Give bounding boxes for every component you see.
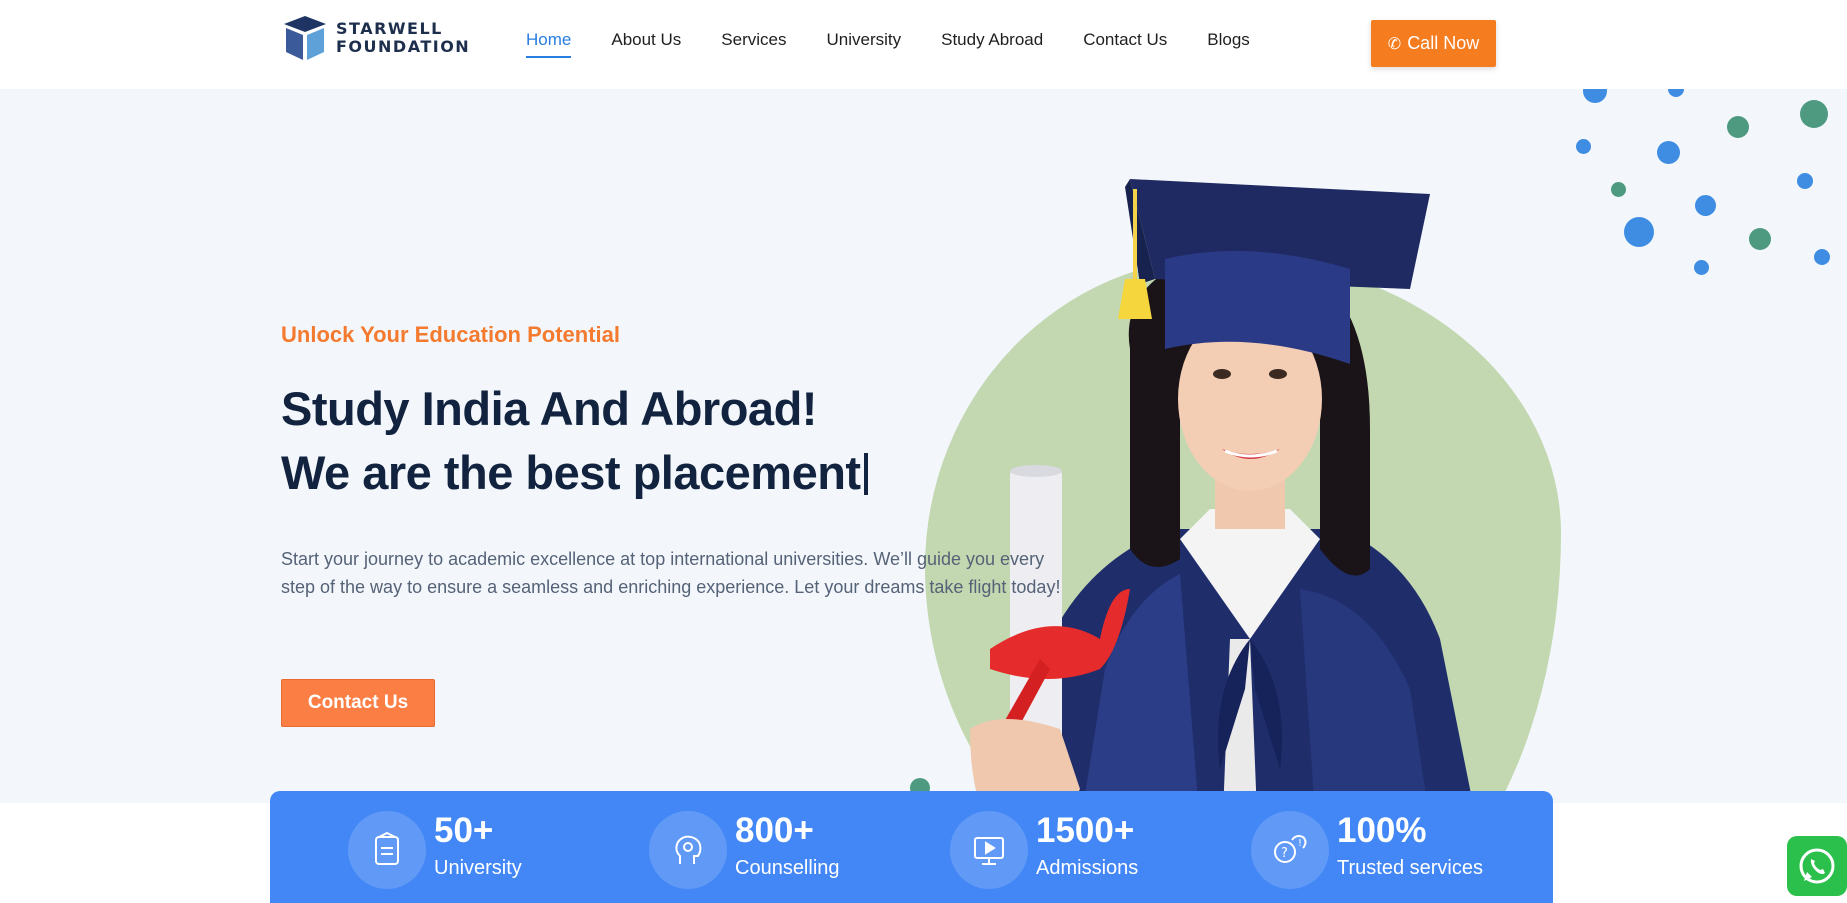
monitor-icon [950,811,1028,889]
nav-blogs[interactable]: Blogs [1207,30,1250,58]
decor-dot [1727,116,1749,138]
nav-services[interactable]: Services [721,30,786,58]
decor-dot [1800,100,1828,128]
stats-bar: 50+ University 800+ Counselling 1500+ Ad… [270,791,1553,903]
book-icon [348,811,426,889]
headline-line-2: We are the best placement [281,441,868,505]
stat-value: 800+ [735,811,814,850]
stat-label: Admissions [1036,857,1139,879]
hero-section: Unlock Your Education Potential Study In… [0,89,1847,803]
stat-trusted-services: ?! 100% Trusted services [1251,811,1483,889]
decor-dot [1657,141,1680,164]
decor-dot [1797,173,1813,189]
decor-dot [1695,195,1716,216]
nav-contact-us[interactable]: Contact Us [1083,30,1167,58]
typing-cursor [863,453,868,495]
whatsapp-icon [1799,848,1835,884]
logo-cube-icon [284,16,326,60]
decor-dot [1749,228,1771,250]
decor-dot [1583,89,1607,103]
hero-tagline: Unlock Your Education Potential [281,322,621,347]
nav-study-abroad[interactable]: Study Abroad [941,30,1043,58]
graduate-student-image [970,179,1473,803]
stat-label: Trusted services [1337,857,1483,879]
question-bubble-icon: ?! [1251,811,1329,889]
decor-dot [1576,139,1591,154]
hero-headline: Study India And Abroad! We are the best … [281,377,868,505]
stat-value: 1500+ [1036,811,1135,850]
decor-dot [1694,260,1709,275]
nav-university[interactable]: University [826,30,901,58]
brand-logo[interactable]: STARWELL FOUNDATION [282,14,470,62]
headline-line-1: Study India And Abroad! [281,382,817,435]
site-header: STARWELL FOUNDATION Home About Us Servic… [0,0,1847,89]
brand-line-2: FOUNDATION [336,37,471,56]
svg-text:!: ! [1298,838,1302,849]
nav-home[interactable]: Home [526,30,572,58]
stat-counselling: 800+ Counselling [649,811,840,889]
decor-dot [1611,182,1626,197]
call-now-label: Call Now [1407,33,1480,53]
phone-icon: ✆ [1387,35,1402,53]
main-nav: Home About Us Services University Study … [526,30,1290,58]
head-icon [649,811,727,889]
stat-label: Counselling [735,857,840,879]
stat-label: University [434,857,522,879]
brand-line-1: STARWELL [336,19,443,38]
headline-line-2-text: We are the best placement [281,446,861,499]
hero-description: Start your journey to academic excellenc… [281,549,1061,597]
contact-us-button[interactable]: Contact Us [281,679,435,727]
stat-value: 50+ [434,811,494,850]
stat-universities: 50+ University [348,811,522,889]
decor-dot [1624,217,1654,247]
stat-value: 100% [1337,811,1427,850]
stat-admissions: 1500+ Admissions [950,811,1138,889]
nav-about-us[interactable]: About Us [611,30,681,58]
svg-text:?: ? [1281,846,1288,861]
call-now-button[interactable]: ✆ Call Now [1371,20,1496,67]
whatsapp-button[interactable] [1787,836,1847,896]
decor-dot [1814,249,1830,265]
decor-dot [1668,89,1684,97]
